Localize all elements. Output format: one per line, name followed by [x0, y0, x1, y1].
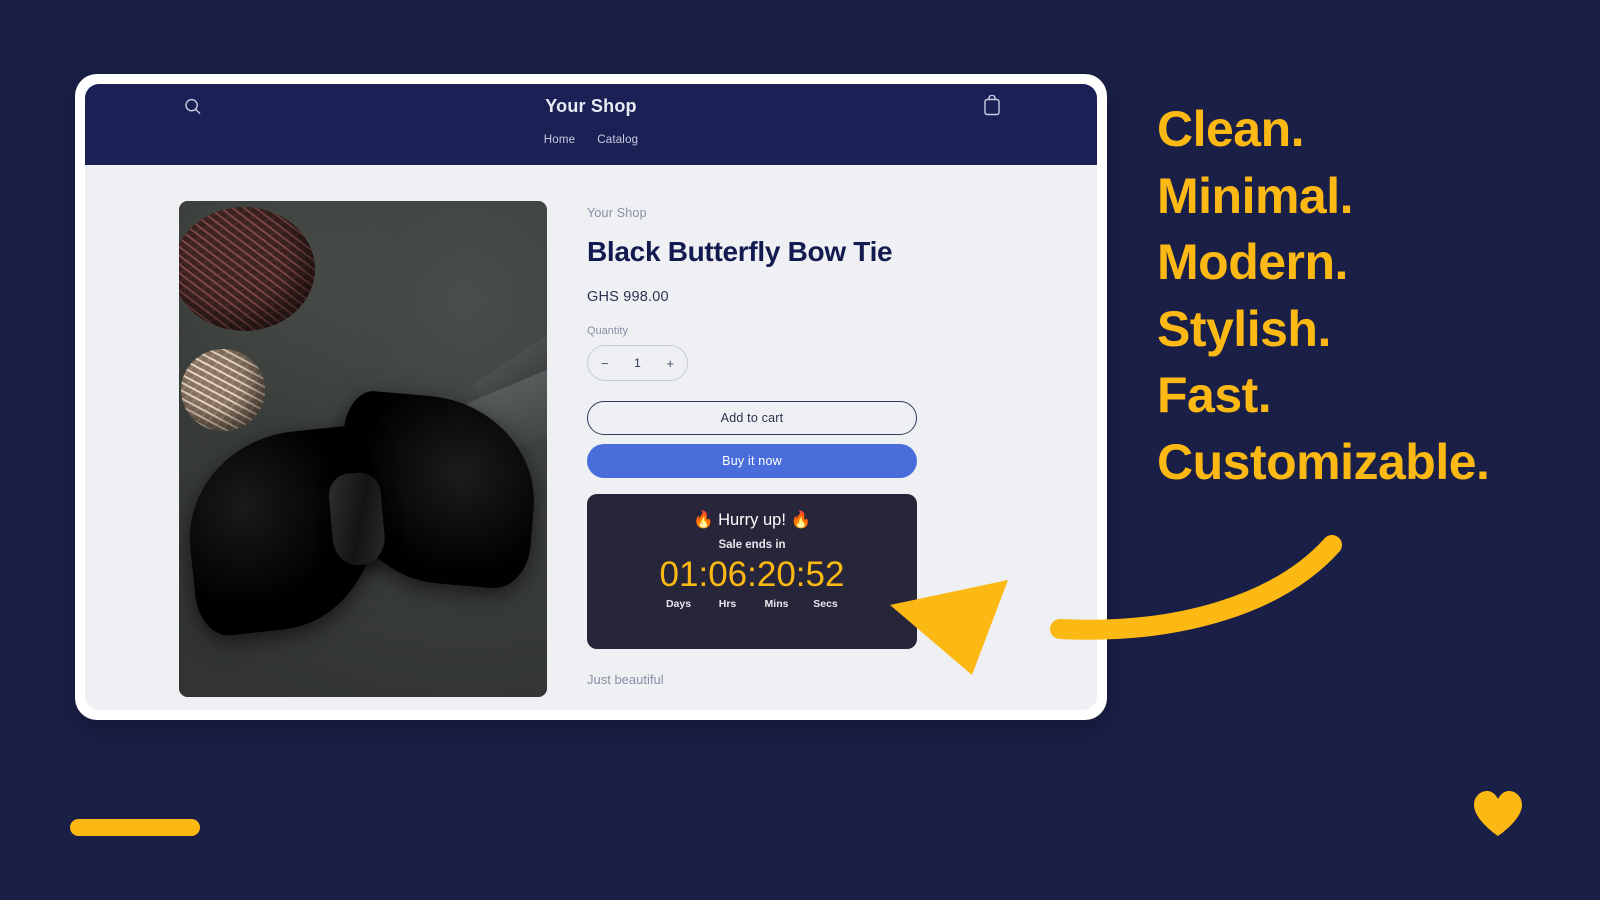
marketing-line-2: Minimal. — [1157, 167, 1354, 224]
marketing-copy: Clean. Minimal. Modern. Stylish. Fast. C… — [1157, 96, 1577, 495]
product-vendor: Your Shop — [587, 206, 647, 220]
marketing-line-3: Modern. — [1157, 234, 1348, 290]
product-media-column — [85, 201, 547, 710]
nav-item-home[interactable]: Home — [544, 134, 575, 146]
quantity-increment-button[interactable]: + — [666, 356, 674, 371]
product-image[interactable] — [179, 201, 547, 697]
bow-knot — [327, 470, 387, 568]
countdown-timer: 🔥 Hurry up! 🔥 Sale ends in 01:06:20:52 D… — [587, 494, 917, 649]
quantity-value[interactable]: 1 — [634, 356, 641, 370]
countdown-headline: 🔥 Hurry up! 🔥 — [692, 511, 812, 529]
nav-item-catalog[interactable]: Catalog — [597, 134, 638, 146]
bow-tie-graphic — [179, 323, 547, 697]
quantity-stepper[interactable]: − 1 + — [587, 345, 688, 381]
quantity-label: Quantity — [587, 325, 628, 337]
countdown-subtitle: Sale ends in — [718, 539, 786, 551]
countdown-label-secs: Secs — [813, 597, 838, 610]
site-nav: Home Catalog — [85, 134, 1097, 146]
shop-title: Your Shop — [545, 96, 637, 116]
site-header: Your Shop Home Catalog — [85, 84, 1097, 165]
curved-arrow-icon — [890, 535, 1342, 675]
marketing-line-6: Customizable. — [1157, 433, 1490, 490]
marketing-line-5: Fast. — [1157, 367, 1272, 423]
product-title: Black Butterfly Bow Tie — [587, 236, 893, 267]
product-price: GHS 998.00 — [587, 289, 669, 305]
countdown-unit-labels: Days Hrs Mins Secs — [587, 598, 917, 610]
countdown-label-hrs: Hrs — [718, 597, 737, 610]
marketing-line-4: Stylish. — [1157, 300, 1331, 357]
countdown-label-days: Days — [665, 597, 692, 610]
buy-it-now-button[interactable]: Buy it now — [587, 444, 917, 478]
countdown-label-mins: Mins — [764, 597, 789, 610]
yellow-accent-bar — [70, 819, 200, 836]
heart-icon — [1474, 791, 1522, 836]
product-info-column: Your Shop Black Butterfly Bow Tie GHS 99… — [495, 201, 917, 710]
marketing-line-1: Clean. — [1157, 101, 1305, 157]
shopping-bag-icon[interactable] — [982, 94, 1002, 117]
add-to-cart-button[interactable]: Add to cart — [587, 401, 917, 435]
countdown-digits: 01:06:20:52 — [659, 555, 845, 594]
wicker-ball-large — [179, 207, 315, 331]
header-top-row: Your Shop — [85, 84, 1097, 132]
quantity-decrement-button[interactable]: − — [601, 356, 609, 371]
poster-canvas: Your Shop Home Catalog Your Shop Black B… — [0, 0, 1600, 900]
product-review-text: Just beautiful — [587, 672, 664, 687]
